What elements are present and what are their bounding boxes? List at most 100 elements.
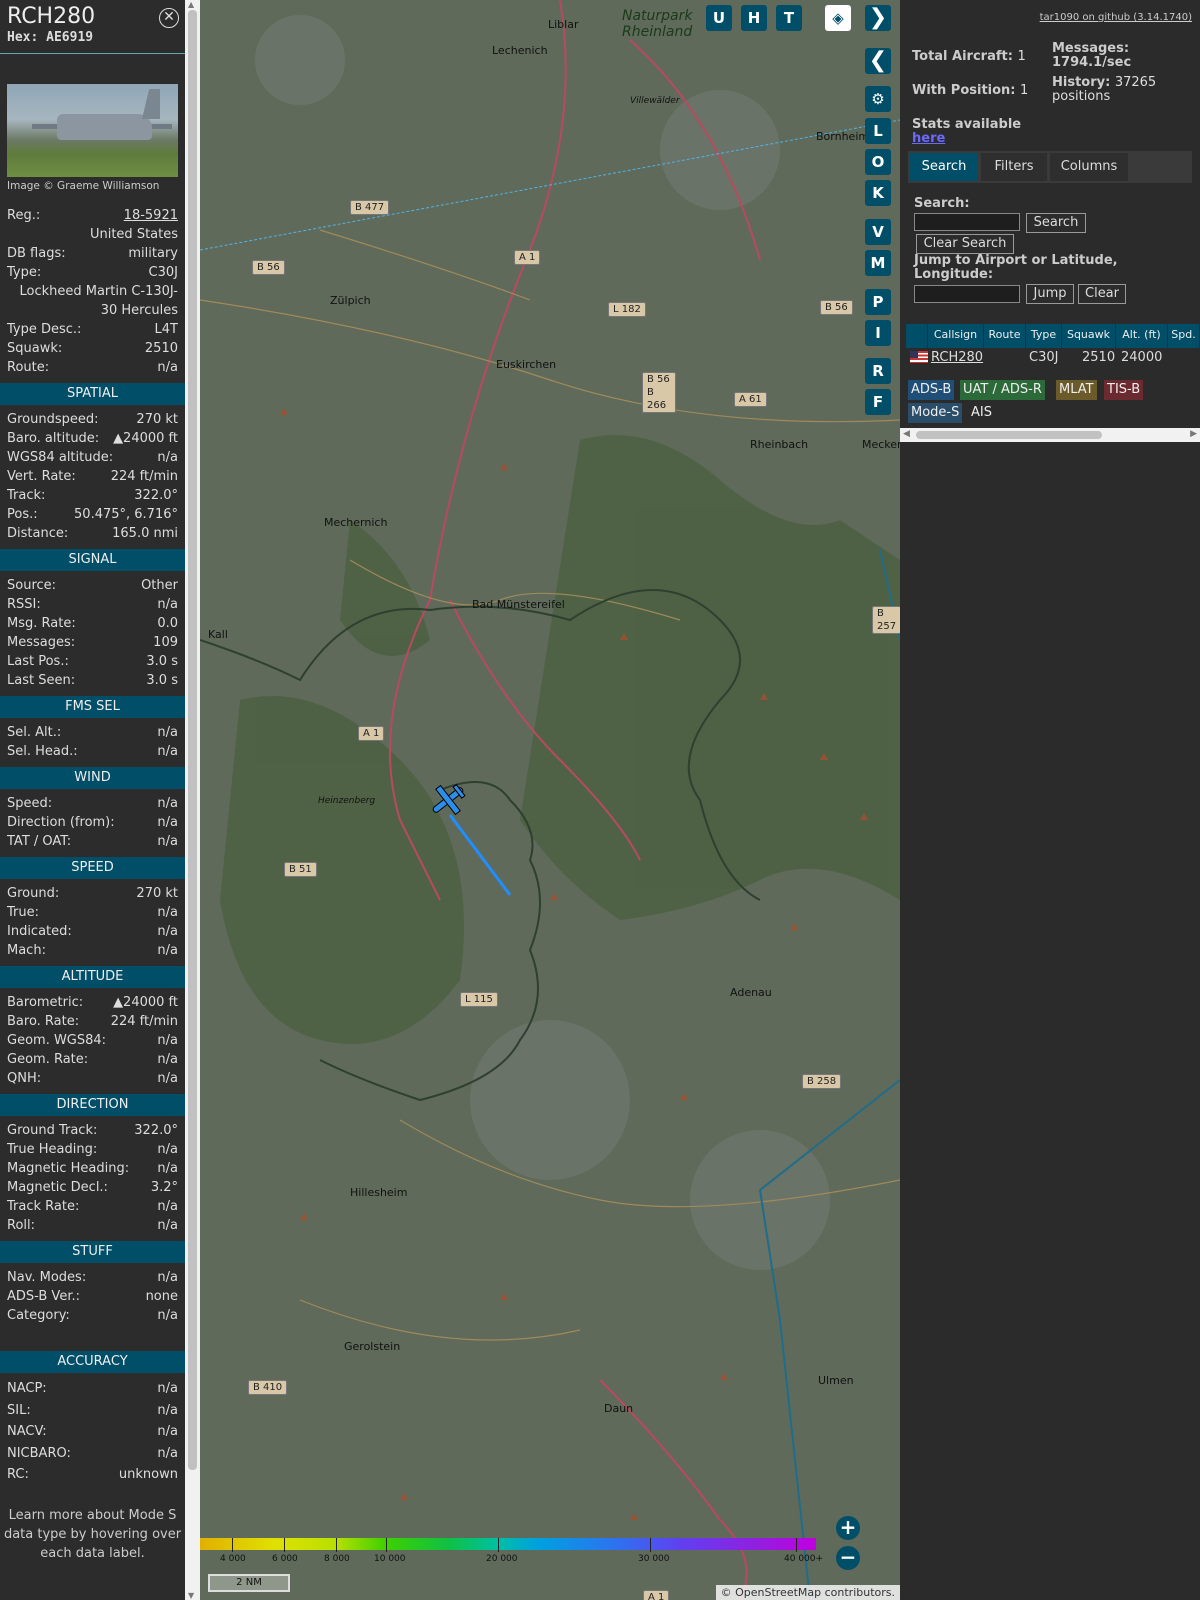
map-view[interactable]: Liblar Naturpark Rheinland Lechenich Villew… <box>200 0 900 1600</box>
col-flag[interactable] <box>906 324 928 348</box>
stats-link[interactable]: here <box>912 132 945 146</box>
info-label[interactable]: Geom. WGS84: <box>7 1031 106 1050</box>
col-callsign[interactable]: Callsign <box>928 324 984 348</box>
map-button-k[interactable]: K <box>865 180 891 206</box>
layers-icon[interactable]: ◈ <box>825 5 851 31</box>
info-label[interactable]: Baro. altitude: <box>7 429 99 448</box>
detail-row: Lockheed Martin C-130J-30 Hercules <box>0 282 185 320</box>
map-button-u[interactable]: U <box>706 5 732 31</box>
info-label[interactable]: RC: <box>7 1464 29 1486</box>
table-horizontal-scrollbar[interactable]: ◀ ▶ <box>900 428 1200 442</box>
chevron-right-icon[interactable]: ❯ <box>865 5 891 31</box>
registration-link[interactable]: 18-5921 <box>124 206 178 225</box>
info-label[interactable]: Last Pos.: <box>7 652 69 671</box>
col-route[interactable]: Route <box>984 324 1026 348</box>
close-icon[interactable]: ✕ <box>159 8 179 28</box>
map-button-t[interactable]: T <box>776 5 802 31</box>
info-row: WGS84 altitude: n/a <box>0 448 185 467</box>
col-alt[interactable]: Alt. (ft) <box>1116 324 1168 348</box>
info-label[interactable]: Category: <box>7 1306 70 1325</box>
info-label[interactable]: QNH: <box>7 1069 41 1088</box>
col-type[interactable]: Type <box>1026 324 1062 348</box>
info-label[interactable]: Track Rate: <box>7 1197 79 1216</box>
info-label[interactable]: Indicated: <box>7 922 72 941</box>
map-button-f[interactable]: F <box>865 389 891 415</box>
info-label[interactable]: Last Seen: <box>7 671 75 690</box>
map-button-v[interactable]: V <box>865 219 891 245</box>
info-row: Ground: 270 kt <box>0 884 185 903</box>
info-label[interactable]: Mach: <box>7 941 46 960</box>
road-label: B 56 B 266 <box>642 372 676 413</box>
aircraft-photo[interactable] <box>7 84 178 177</box>
col-speed[interactable]: Spd. <box>1168 324 1200 348</box>
info-value: n/a <box>157 450 178 465</box>
info-label[interactable]: Pos.: <box>7 505 38 524</box>
map-button-p[interactable]: P <box>865 289 891 315</box>
info-label[interactable]: True Heading: <box>7 1140 97 1159</box>
map-attribution[interactable]: © OpenStreetMap contributors. <box>715 1585 900 1600</box>
info-label[interactable]: Track: <box>7 486 45 505</box>
info-label[interactable]: NACV: <box>7 1421 47 1443</box>
road-label: A 61 <box>734 392 767 407</box>
info-value: n/a <box>157 1033 178 1048</box>
info-row: Track Rate: n/a <box>0 1197 185 1216</box>
info-label[interactable]: Source: <box>7 576 56 595</box>
info-label[interactable]: Sel. Head.: <box>7 742 78 761</box>
info-value: n/a <box>157 815 178 830</box>
info-label[interactable]: Vert. Rate: <box>7 467 76 486</box>
chevron-left-icon[interactable]: ❮ <box>865 48 891 74</box>
map-button-o[interactable]: O <box>865 149 891 175</box>
row-callsign[interactable]: RCH280 <box>931 350 983 365</box>
map-button-m[interactable]: M <box>865 250 891 276</box>
info-label[interactable]: Magnetic Decl.: <box>7 1178 108 1197</box>
map-button-l[interactable]: L <box>865 118 891 144</box>
map-button-h[interactable]: H <box>741 5 767 31</box>
info-label[interactable]: NICBARO: <box>7 1443 71 1465</box>
search-input[interactable] <box>914 213 1020 231</box>
sidebar-scrollbar[interactable]: ▲ ▼ <box>185 0 200 1600</box>
info-label[interactable]: Speed: <box>7 794 52 813</box>
jump-button[interactable]: Jump <box>1026 284 1074 304</box>
info-label[interactable]: Nav. Modes: <box>7 1268 86 1287</box>
table-row[interactable]: RCH280 C30J 2510 24000 <box>906 348 1200 368</box>
tab-columns[interactable]: Columns <box>1050 153 1128 181</box>
github-link[interactable]: tar1090 on github (3.14.1740) <box>1040 12 1192 23</box>
info-label[interactable]: Groundspeed: <box>7 410 98 429</box>
tab-filters[interactable]: Filters <box>981 153 1047 181</box>
gear-icon[interactable]: ⚙ <box>865 86 891 112</box>
zoom-out-button[interactable]: − <box>836 1546 860 1570</box>
jump-input[interactable] <box>914 285 1020 303</box>
info-label[interactable]: True: <box>7 903 39 922</box>
image-credit[interactable]: Image © Graeme Williamson <box>7 180 178 192</box>
info-label[interactable]: Barometric: <box>7 993 83 1012</box>
info-label[interactable]: Baro. Rate: <box>7 1012 79 1031</box>
info-label[interactable]: Ground Track: <box>7 1121 97 1140</box>
info-value: n/a <box>157 1270 178 1285</box>
info-label[interactable]: Distance: <box>7 524 68 543</box>
info-label[interactable]: SIL: <box>7 1400 31 1422</box>
detail-value: military <box>128 246 178 261</box>
place-label: Meckenheim <box>862 438 900 451</box>
info-label[interactable]: Geom. Rate: <box>7 1050 88 1069</box>
info-label[interactable]: Messages: <box>7 633 75 652</box>
info-label[interactable]: Direction (from): <box>7 813 115 832</box>
info-label[interactable]: Msg. Rate: <box>7 614 76 633</box>
map-button-r[interactable]: R <box>865 358 891 384</box>
col-squawk[interactable]: Squawk <box>1062 324 1116 348</box>
info-label[interactable]: ADS-B Ver.: <box>7 1287 80 1306</box>
zoom-in-button[interactable]: + <box>836 1516 860 1540</box>
info-label[interactable]: WGS84 altitude: <box>7 448 113 467</box>
info-label[interactable]: Roll: <box>7 1216 35 1235</box>
clear-search-button[interactable]: Clear Search <box>916 234 1014 254</box>
search-button[interactable]: Search <box>1026 213 1086 233</box>
clear-button[interactable]: Clear <box>1078 284 1126 304</box>
info-label[interactable]: RSSI: <box>7 595 41 614</box>
info-label[interactable]: Magnetic Heading: <box>7 1159 129 1178</box>
info-label[interactable]: Ground: <box>7 884 59 903</box>
info-label[interactable]: Sel. Alt.: <box>7 723 61 742</box>
info-row: Category: n/a <box>0 1306 185 1325</box>
map-button-i[interactable]: I <box>865 320 891 346</box>
info-label[interactable]: TAT / OAT: <box>7 832 71 851</box>
tab-search[interactable]: Search <box>910 153 978 181</box>
info-label[interactable]: NACP: <box>7 1378 47 1400</box>
